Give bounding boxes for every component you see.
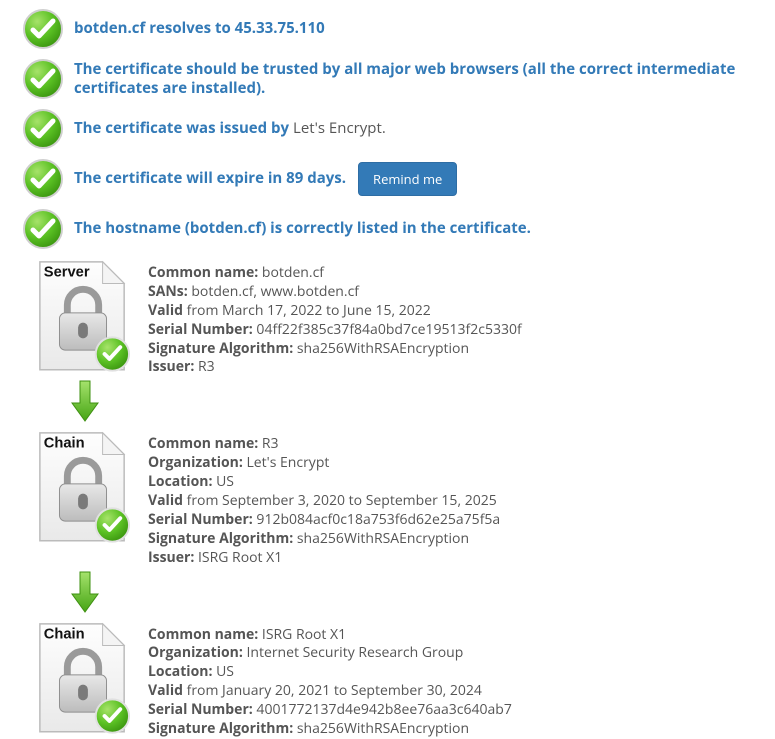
check-icon — [22, 208, 64, 250]
issuer-name: Let's Encrypt — [293, 118, 382, 138]
check-icon — [22, 158, 64, 200]
cert-file-lock-icon: Chain — [34, 620, 132, 738]
check-expire: The certificate will expire in 89 days. … — [22, 158, 775, 200]
check-hostname-text: The hostname (botden.cf) is correctly li… — [74, 219, 531, 239]
cert-server: Server Common name: botden.cf SANs: botd… — [34, 258, 775, 377]
check-icon — [22, 58, 64, 100]
check-issued: The certificate was issued by Let's Encr… — [22, 108, 775, 150]
check-icon — [22, 108, 64, 150]
check-hostname: The hostname (botden.cf) is correctly li… — [22, 208, 775, 250]
remind-me-button[interactable]: Remind me — [358, 162, 457, 196]
svg-text:Chain: Chain — [44, 626, 85, 642]
check-dns-resolves: botden.cf resolves to 45.33.75.110 — [22, 8, 775, 50]
cert-file-lock-icon: Server — [34, 258, 132, 376]
cert-server-details: Common name: botden.cf SANs: botden.cf, … — [148, 258, 522, 377]
chain-arrow-icon — [70, 379, 100, 423]
check-icon — [22, 8, 64, 50]
check-expire-text: The certificate will expire in 89 days. — [74, 169, 346, 189]
chain-arrow-icon — [70, 570, 100, 614]
check-issued-text: The certificate was issued by Let's Encr… — [74, 119, 386, 139]
svg-text:Server: Server — [44, 265, 90, 281]
cert-chain-2-details: Common name: ISRG Root X1 Organization: … — [148, 620, 512, 739]
cert-chain-1: Chain Common name: R3 Organization: Let'… — [34, 429, 775, 567]
svg-text:Chain: Chain — [44, 436, 85, 452]
cert-chain-1-details: Common name: R3 Organization: Let's Encr… — [148, 429, 500, 567]
check-trusted: The certificate should be trusted by all… — [22, 58, 775, 100]
cert-chain-2: Chain Common name: ISRG Root X1 Organiza… — [34, 620, 775, 739]
check-dns-text: botden.cf resolves to 45.33.75.110 — [74, 19, 325, 39]
check-trusted-text: The certificate should be trusted by all… — [74, 60, 775, 99]
cert-file-lock-icon: Chain — [34, 429, 132, 547]
